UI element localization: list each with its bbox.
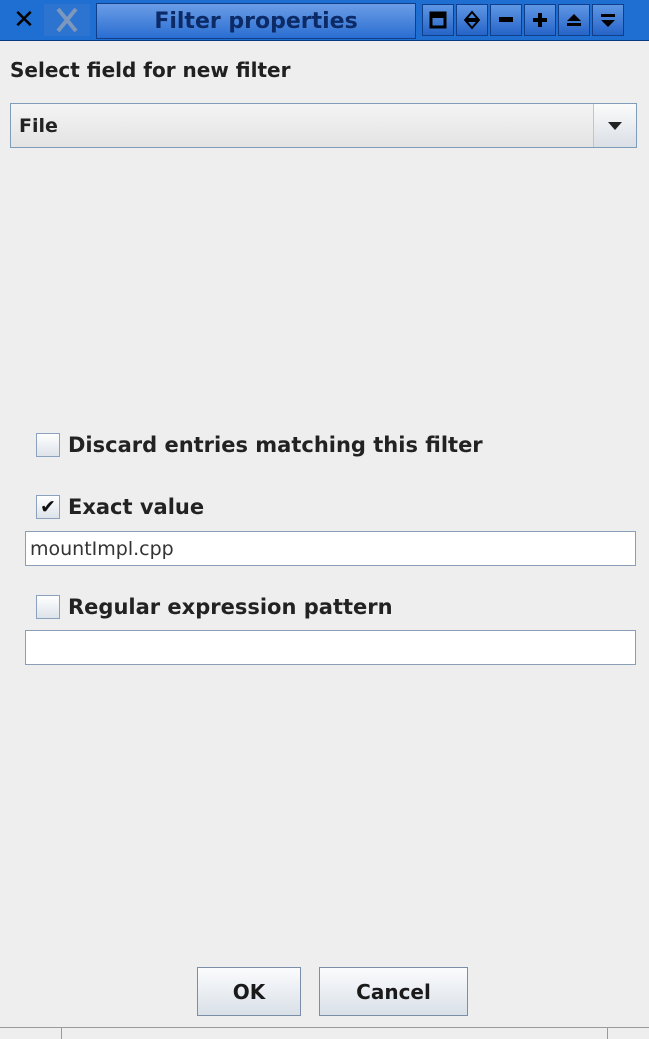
status-divider-tick xyxy=(607,1028,608,1039)
discard-label: Discard entries matching this filter xyxy=(68,433,483,457)
close-icon[interactable]: ✕ xyxy=(10,6,38,34)
exact-value-checkbox[interactable]: ✔ xyxy=(36,495,60,519)
regex-checkbox[interactable] xyxy=(36,595,60,619)
app-icon[interactable] xyxy=(44,4,90,36)
exact-value-option[interactable]: ✔ Exact value xyxy=(36,495,204,519)
field-select-label: Select field for new filter xyxy=(10,58,291,82)
window-controls xyxy=(422,4,626,36)
discard-option[interactable]: Discard entries matching this filter xyxy=(36,433,483,457)
exact-value-field[interactable]: mountImpl.cpp xyxy=(25,531,636,566)
title-box[interactable]: Filter properties xyxy=(96,3,416,39)
ok-button[interactable]: OK xyxy=(197,967,301,1016)
cancel-button[interactable]: Cancel xyxy=(319,967,468,1016)
exact-value-text: mountImpl.cpp xyxy=(30,538,174,560)
checkmark-icon: ✔ xyxy=(40,495,56,518)
title-bar: ✕ Filter properties xyxy=(0,0,649,41)
regex-field[interactable] xyxy=(25,630,636,665)
dropdown-button[interactable] xyxy=(593,104,636,147)
lower-icon[interactable] xyxy=(592,4,624,36)
field-combobox-value: File xyxy=(19,115,58,137)
status-divider xyxy=(0,1027,649,1028)
sticky-icon[interactable] xyxy=(456,4,488,36)
status-divider-tick xyxy=(61,1028,62,1039)
exact-value-label: Exact value xyxy=(68,495,205,519)
minimize-icon[interactable] xyxy=(490,4,522,36)
shade-icon[interactable] xyxy=(422,4,454,36)
regex-option[interactable]: Regular expression pattern xyxy=(36,595,393,619)
field-combobox[interactable]: File xyxy=(10,103,637,148)
app-icon-glyph xyxy=(56,7,78,33)
raise-icon[interactable] xyxy=(558,4,590,36)
discard-checkbox[interactable] xyxy=(36,433,60,457)
regex-label: Regular expression pattern xyxy=(68,595,393,619)
chevron-down-icon xyxy=(608,121,622,130)
maximize-icon[interactable] xyxy=(524,4,556,36)
window-title: Filter properties xyxy=(154,8,358,34)
